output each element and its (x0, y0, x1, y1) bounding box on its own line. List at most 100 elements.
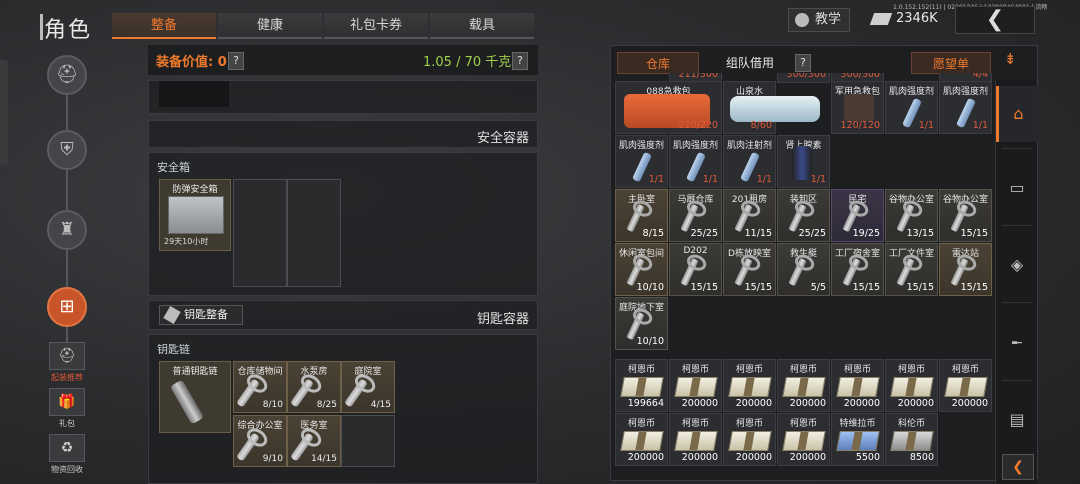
key-slot-empty[interactable] (341, 415, 395, 467)
inventory-item[interactable]: 肾上腺素1/1 (777, 135, 830, 188)
storage-key-item[interactable]: 雷达站15/15 (939, 243, 992, 296)
storage-help-button[interactable]: ? (795, 54, 811, 72)
equip-value-help-button[interactable]: ? (228, 52, 244, 70)
weight-display: 1.05 / 70 千克 (423, 55, 512, 70)
currency-item[interactable]: 柯恩币 200000 (939, 359, 992, 412)
storage-key-item[interactable]: 谷物办公室15/15 (939, 189, 992, 242)
back-button[interactable]: ❮ (955, 6, 1035, 34)
key-slot[interactable]: 庭院室 4/15 (341, 361, 395, 413)
item-count: 199664 (627, 398, 664, 409)
teach-icon (795, 13, 809, 27)
currency-item[interactable]: 柯恩币 200000 (885, 359, 938, 412)
storage-key-item[interactable]: 马厩仓库25/25 (669, 189, 722, 242)
inventory-item[interactable]: 肌肉注射剂 1/1 (723, 135, 776, 188)
tab-gift-cards[interactable]: 礼包卡券 (324, 13, 428, 39)
partial-item-slot[interactable]: 300/300 (777, 73, 830, 83)
safe-box-slot[interactable] (287, 179, 341, 287)
currency-item[interactable]: 柯恩币 200000 (669, 359, 722, 412)
main-tabs: 整备 健康 礼包卡券 载具 (112, 13, 536, 39)
inventory-item[interactable]: 肌肉强度剂 1/1 (939, 81, 992, 134)
storage-key-item[interactable]: 工厂文件室15/15 (885, 243, 938, 296)
tab-team-borrow[interactable]: 组队借用 (709, 52, 791, 74)
armor-vest-icon[interactable]: ⛨ (47, 130, 87, 170)
currency-item[interactable]: 柯恩币 200000 (615, 413, 668, 466)
storage-key-item[interactable]: 工厂宿舍室15/15 (831, 243, 884, 296)
storage-key-item[interactable]: 休闲室包间10/10 (615, 243, 668, 296)
key-slot[interactable]: 水泵房 8/25 (287, 361, 341, 413)
partial-item-slot[interactable] (159, 81, 229, 107)
keychain-item[interactable]: 普通钥匙链 (159, 361, 231, 433)
currency-item[interactable]: 柯恩币 200000 (669, 413, 722, 466)
divider (1002, 380, 1032, 381)
tab-vehicle[interactable]: 载具 (430, 13, 534, 39)
safe-box-item[interactable]: 防弹安全箱 29天10小时 (159, 179, 231, 251)
currency-item[interactable]: 柯恩币 199664 (615, 359, 668, 412)
item-count: 25/25 (690, 228, 718, 239)
cash-bundle-icon (836, 377, 880, 397)
key-slot[interactable]: 医务室 14/15 (287, 415, 341, 467)
item-count: 220/220 (678, 120, 718, 131)
safe-box-slot[interactable] (233, 179, 287, 287)
gift-label: 礼包 (59, 419, 75, 428)
key-slot[interactable]: 仓库储物间 8/10 (233, 361, 287, 413)
home-icon[interactable]: ⌂ (996, 86, 1038, 142)
teach-button[interactable]: 教学 (788, 8, 850, 32)
storage-key-item[interactable]: 201租房11/15 (723, 189, 776, 242)
item-count: 15/15 (852, 282, 880, 293)
cash-bundle-icon (620, 377, 664, 397)
storage-key-item[interactable]: 庭院地下室10/10 (615, 297, 668, 350)
key-icon (290, 378, 314, 408)
currency-item[interactable]: 柯恩币 200000 (777, 413, 830, 466)
inventory-item[interactable]: 军用急救包 120/120 (831, 81, 884, 134)
item-name: 柯恩币 (951, 365, 979, 375)
item-count: 10/10 (636, 282, 664, 293)
collapse-button[interactable]: ❮ (1002, 454, 1034, 480)
rifle-icon[interactable]: ╾ (996, 315, 1038, 371)
military-medkit-icon (844, 94, 874, 122)
weight-help-button[interactable]: ? (512, 52, 528, 70)
storage-key-item[interactable]: 装卸区25/25 (777, 189, 830, 242)
inventory-item[interactable]: 山泉水 8/60 (723, 81, 820, 134)
loadout-recommend-button[interactable]: ⛑ 起装推荐 (49, 342, 85, 383)
item-name: 柯恩币 (789, 365, 817, 375)
crate-icon[interactable]: ◈ (996, 237, 1038, 293)
currency-item[interactable]: 特维拉币 5500 (831, 413, 884, 466)
key-icon (236, 378, 260, 408)
storage-key-item[interactable]: D栋放映室15/15 (723, 243, 776, 296)
recycle-button[interactable]: ♻ 物资回收 (49, 434, 85, 475)
key-prep-button[interactable]: 钥匙整备 (159, 305, 243, 325)
ammo-box-icon[interactable]: ▭ (996, 160, 1038, 216)
storage-key-item[interactable]: 主卧室8/15 (615, 189, 668, 242)
inventory-item[interactable]: 肌肉强度剂 1/1 (615, 135, 668, 188)
tab-health[interactable]: 健康 (218, 13, 322, 39)
helmet-icon[interactable]: ⛑ (47, 55, 87, 95)
currency-item[interactable]: 柯恩币 200000 (777, 359, 830, 412)
storage-key-item[interactable]: 民宅19/25 (831, 189, 884, 242)
storage-key-item[interactable]: D202 15/15 (669, 243, 722, 296)
currency-item[interactable]: 柯恩币 200000 (723, 413, 776, 466)
item-name: 特维拉币 (839, 419, 876, 429)
cash-bundle-icon (728, 377, 772, 397)
cash-bundle-icon (836, 431, 880, 451)
inventory-item[interactable]: 肌肉强度剂 1/1 (885, 81, 938, 134)
item-count: 211/300 (678, 73, 718, 80)
key-slot[interactable]: 综合办公室 9/10 (233, 415, 287, 467)
item-count: 5/5 (810, 282, 826, 293)
currency-item[interactable]: 柯恩币 200000 (723, 359, 776, 412)
backpack-icon[interactable]: ♜ (47, 210, 87, 250)
tab-equip[interactable]: 整备 (112, 13, 216, 39)
inventory-item[interactable]: 088急救包 220/220 (615, 81, 722, 134)
inventory-item[interactable]: 肌肉强度剂 1/1 (669, 135, 722, 188)
left-edge-handle[interactable] (0, 60, 8, 165)
storage-key-item[interactable]: 谷物办公室13/15 (885, 189, 938, 242)
cash-bundle-icon (944, 377, 988, 397)
sort-icon[interactable]: ⇟ (1004, 50, 1017, 68)
currency-item[interactable]: 柯恩币 200000 (831, 359, 884, 412)
currency-item[interactable]: 科伦币 8500 (885, 413, 938, 466)
gift-button[interactable]: 🎁 礼包 (49, 388, 85, 429)
toolbox-icon[interactable]: ⊞ (47, 287, 87, 327)
wishlist-button[interactable]: 愿望单 (911, 52, 991, 74)
tab-warehouse[interactable]: 仓库 (617, 52, 699, 74)
storage-key-item[interactable]: 救生艇5/5 (777, 243, 830, 296)
case-icon[interactable]: ▤ (996, 392, 1038, 448)
